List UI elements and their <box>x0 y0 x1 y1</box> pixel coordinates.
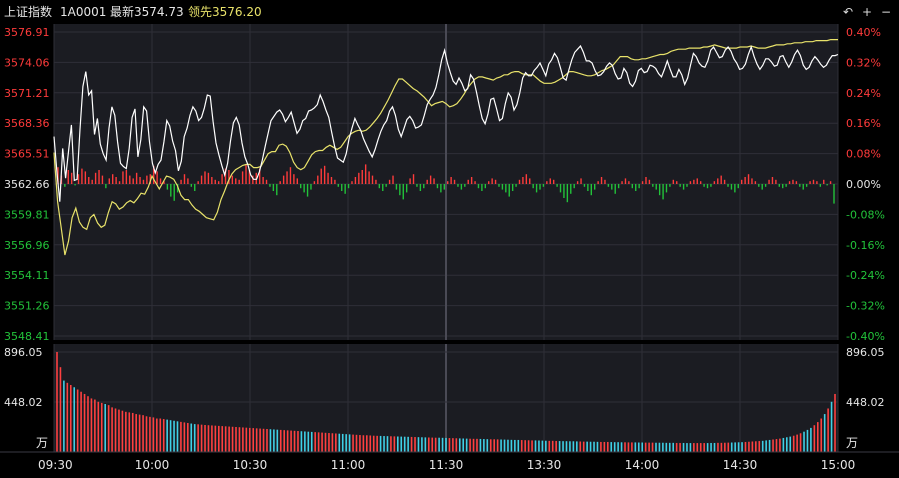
price-tick-label: 3574.06 <box>4 56 50 69</box>
volume-unit-left: 万 <box>36 436 48 450</box>
pct-tick-label: -0.40% <box>846 330 885 343</box>
volume-tick-label-left: 896.05 <box>4 346 43 359</box>
volume-tick-label-right: 448.02 <box>846 396 885 409</box>
pct-tick-label: 0.32% <box>846 56 881 69</box>
time-axis-label: 11:30 <box>429 458 464 472</box>
volume-unit-right: 万 <box>846 436 858 450</box>
pct-tick-label: -0.24% <box>846 269 885 282</box>
price-tick-label: 3551.26 <box>4 300 50 313</box>
price-tick-label: 3568.36 <box>4 117 50 130</box>
price-tick-label: 3565.51 <box>4 148 50 161</box>
price-tick-label: 3576.91 <box>4 26 50 39</box>
pct-tick-label: -0.16% <box>846 239 885 252</box>
intraday-chart-window: 上证指数 1A0001 最新3574.73 领先3576.20 ↶ + − 35… <box>0 0 899 478</box>
chart-svg: 3576.91 0.40% 3574.06 0.32% 3571.21 0.24% 3568… <box>0 24 899 472</box>
time-axis-label: 10:00 <box>135 458 170 472</box>
price-tick-label: 3556.96 <box>4 239 50 252</box>
pct-tick-label: 0.40% <box>846 26 881 39</box>
volume-tick-label-right: 896.05 <box>846 346 885 359</box>
time-axis-label: 14:30 <box>723 458 758 472</box>
time-axis-label: 13:30 <box>527 458 562 472</box>
price-tick-label: 3554.11 <box>4 269 50 282</box>
time-axis-label: 14:00 <box>625 458 660 472</box>
price-tick-label: 3559.81 <box>4 208 50 221</box>
time-axis-label: 09:30 <box>38 458 73 472</box>
pct-tick-label: 0.08% <box>846 148 881 161</box>
price-tick-label: 3548.41 <box>4 330 50 343</box>
time-axis-label: 15:00 <box>821 458 856 472</box>
pct-tick-label: -0.32% <box>846 300 885 313</box>
pct-tick-label: -0.08% <box>846 208 885 221</box>
pct-tick-label: 0.24% <box>846 87 881 100</box>
price-tick-label: 3571.21 <box>4 87 50 100</box>
time-axis-label: 10:30 <box>233 458 268 472</box>
volume-tick-label-left: 448.02 <box>4 396 43 409</box>
time-axis-label: 11:00 <box>331 458 366 472</box>
price-tick-label: 3562.66 <box>4 178 50 191</box>
pct-tick-label: 0.00% <box>846 178 881 191</box>
pct-tick-label: 0.16% <box>846 117 881 130</box>
